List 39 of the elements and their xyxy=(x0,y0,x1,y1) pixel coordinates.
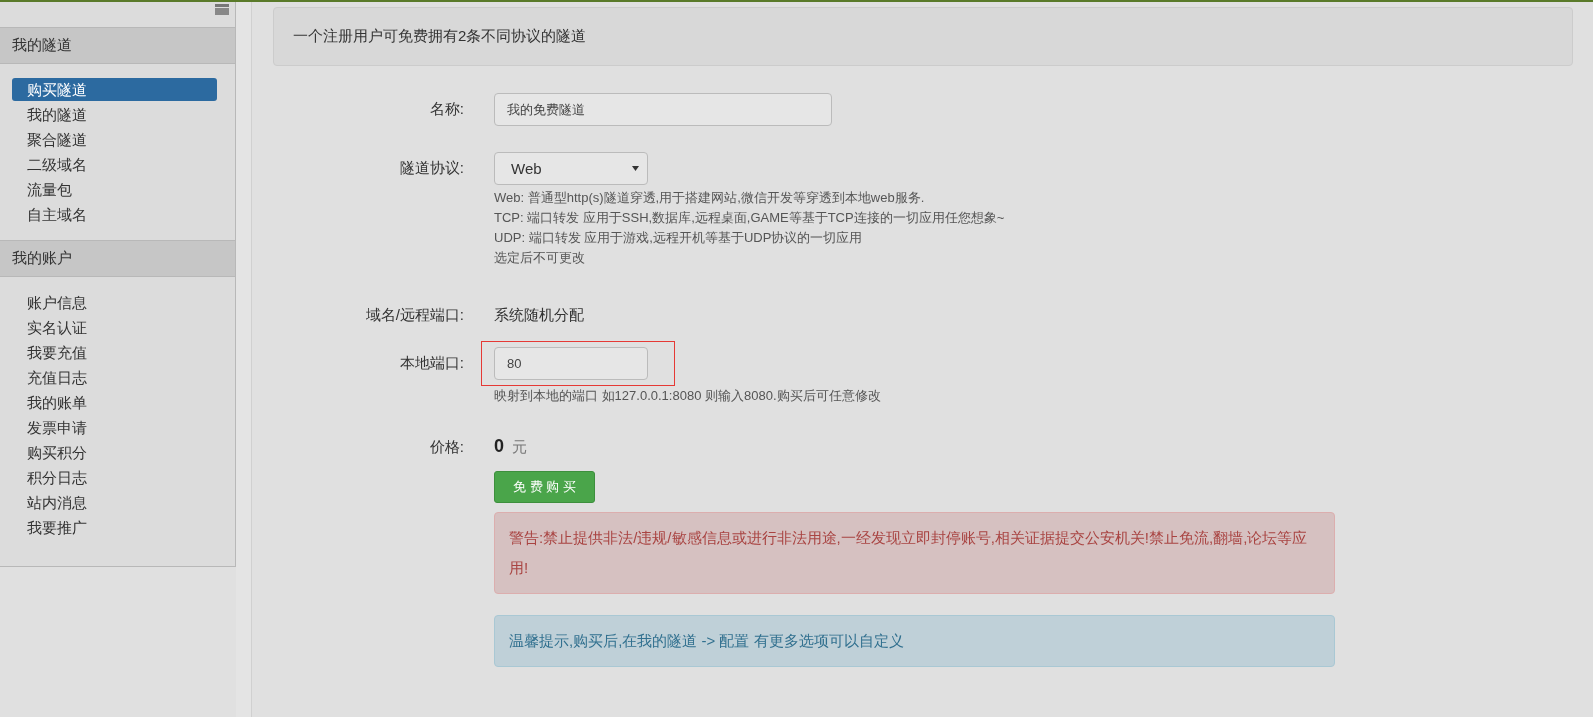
field-label: 本地端口: xyxy=(398,353,464,373)
field-label: 名称: xyxy=(428,99,464,119)
sidebar-item[interactable]: 我的账单 xyxy=(12,391,217,414)
caret-icon xyxy=(632,166,639,171)
help-text: UDP: 端口转发 应用于游戏,远程开机等基于UDP协议的一切应用 xyxy=(494,229,864,247)
notice-panel: 一个注册用户可免费拥有2条不同协议的隧道 xyxy=(273,7,1573,66)
sidebar-item[interactable]: 发票申请 xyxy=(12,416,217,439)
field-label: 隧道协议: xyxy=(398,158,464,178)
menu-icon[interactable] xyxy=(215,4,229,15)
text-field[interactable]: 我的免费隧道 xyxy=(494,93,832,126)
sidebar-item[interactable]: 流量包 xyxy=(12,178,217,201)
field-label: 价格: xyxy=(428,437,464,457)
sidebar-item[interactable]: 账户信息 xyxy=(12,291,217,314)
sidebar-item[interactable]: 二级域名 xyxy=(12,153,217,176)
sidebar-item[interactable]: 聚合隧道 xyxy=(12,128,217,151)
price-unit: 元 xyxy=(512,438,527,457)
sidebar-item[interactable]: 实名认证 xyxy=(12,316,217,339)
price-value: 0 xyxy=(494,436,504,457)
sidebar-item[interactable]: 我要充值 xyxy=(12,341,217,364)
sidebar-item[interactable]: 站内消息 xyxy=(12,491,217,514)
sidebar-section-header: 我的账户 xyxy=(0,240,235,277)
sidebar-item[interactable]: 购买隧道 xyxy=(12,78,217,101)
sidebar-item[interactable]: 购买积分 xyxy=(12,441,217,464)
sidebar-item[interactable]: 充值日志 xyxy=(12,366,217,389)
field-label: 域名/远程端口: xyxy=(364,306,464,325)
sidebar-item[interactable]: 自主域名 xyxy=(12,203,217,226)
protocol-select[interactable]: Web xyxy=(494,152,648,185)
tip-alert: 温馨提示,购买后,在我的隧道 -> 配置 有更多选项可以自定义 xyxy=(494,615,1335,667)
help-text: 映射到本地的端口 如127.0.0.1:8080 则输入8080.购买后可任意修改 xyxy=(494,387,881,405)
help-text: Web: 普通型http(s)隧道穿透,用于搭建网站,微信开发等穿透到本地web服务. xyxy=(494,189,926,207)
warning-alert: 警告:禁止提供非法/违规/敏感信息或进行非法用途,一经发现立即封停账号,相关证据提交公安机关!禁止免流,翻墙,论坛等应用! xyxy=(494,512,1335,594)
sidebar-item[interactable]: 积分日志 xyxy=(12,466,217,489)
sidebar-section-header: 我的隧道 xyxy=(0,27,235,64)
static-value: 系统随机分配 xyxy=(494,306,584,325)
help-text: 选定后不可更改 xyxy=(494,249,586,267)
sidebar-item[interactable]: 我要推广 xyxy=(12,516,217,539)
text-field[interactable]: 80 xyxy=(494,347,648,380)
sidebar-item[interactable]: 我的隧道 xyxy=(12,103,217,126)
help-text: TCP: 端口转发 应用于SSH,数据库,远程桌面,GAME等基于TCP连接的一切应用任您想象~ xyxy=(494,209,1005,227)
